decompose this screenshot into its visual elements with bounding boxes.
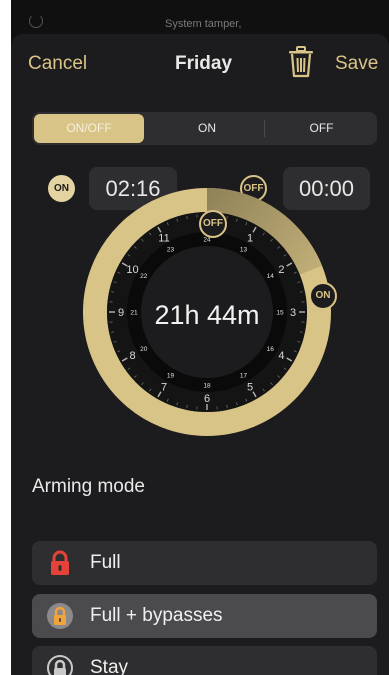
lock-closed-icon: [46, 549, 74, 577]
arming-mode-label: Full: [90, 552, 121, 573]
dial-24h-label: 16: [267, 346, 275, 353]
dial-24h-label: 21: [130, 310, 138, 317]
dial-24h-label: 19: [167, 373, 175, 380]
dial-24h-label: 20: [140, 346, 148, 353]
dial-hour-label: 1: [247, 233, 253, 245]
trash-icon[interactable]: [287, 46, 315, 78]
segment-on[interactable]: ON: [152, 114, 262, 143]
dial-24h-label: 18: [203, 383, 211, 390]
dial-hour-label: 6: [204, 393, 210, 405]
dial-24h-label: 23: [167, 246, 175, 253]
phone-screen: System tamper, Cancel Friday Save ON/OFF…: [11, 0, 389, 675]
dial-24h-label: 15: [276, 310, 284, 317]
dial-hour-label: 11: [158, 233, 169, 245]
save-button[interactable]: Save: [335, 53, 378, 75]
dial-hour-label: 2: [278, 264, 284, 276]
dial-24h-label: 13: [240, 246, 248, 253]
dial-hour-label: 7: [161, 381, 167, 393]
segment-divider: [264, 120, 265, 137]
arming-mode-full[interactable]: Full: [32, 541, 377, 585]
dial-hour-label: 3: [290, 307, 296, 319]
duration-text: 21h 44m: [154, 300, 259, 330]
lock-bypass-icon: [46, 602, 74, 630]
arming-mode-label: Stay: [90, 657, 129, 675]
segment-on-off[interactable]: ON/OFF: [34, 114, 144, 143]
dial-24h-label: 14: [267, 273, 275, 280]
dial-hour-label: 10: [126, 264, 138, 276]
dial-24h-label: 22: [140, 273, 148, 280]
segment-off[interactable]: OFF: [268, 114, 375, 143]
dial-off-marker[interactable]: OFF: [199, 210, 227, 238]
power-icon: [29, 14, 43, 28]
background-notification-text: System tamper,: [165, 18, 242, 30]
schedule-dial[interactable]: 121234567891011241314151617181920212223 …: [71, 176, 343, 448]
dial-hour-label: 8: [129, 350, 135, 362]
dial-hour-label: 5: [247, 381, 253, 393]
arming-mode-label: Full + bypasses: [90, 605, 223, 626]
dial-on-marker[interactable]: ON: [309, 282, 337, 310]
page-title: Friday: [175, 53, 233, 74]
arming-mode-stay[interactable]: Stay: [32, 646, 377, 675]
arming-mode-full-bypasses[interactable]: Full + bypasses: [32, 594, 377, 638]
dial-hour-label: 9: [118, 307, 124, 319]
mode-segmented-control: ON/OFF ON OFF: [32, 112, 377, 145]
arming-mode-title: Arming mode: [32, 476, 145, 497]
cancel-button[interactable]: Cancel: [28, 53, 87, 75]
dial-24h-label: 17: [240, 373, 248, 380]
lock-stay-icon: [46, 654, 74, 675]
dial-hour-label: 4: [278, 350, 284, 362]
